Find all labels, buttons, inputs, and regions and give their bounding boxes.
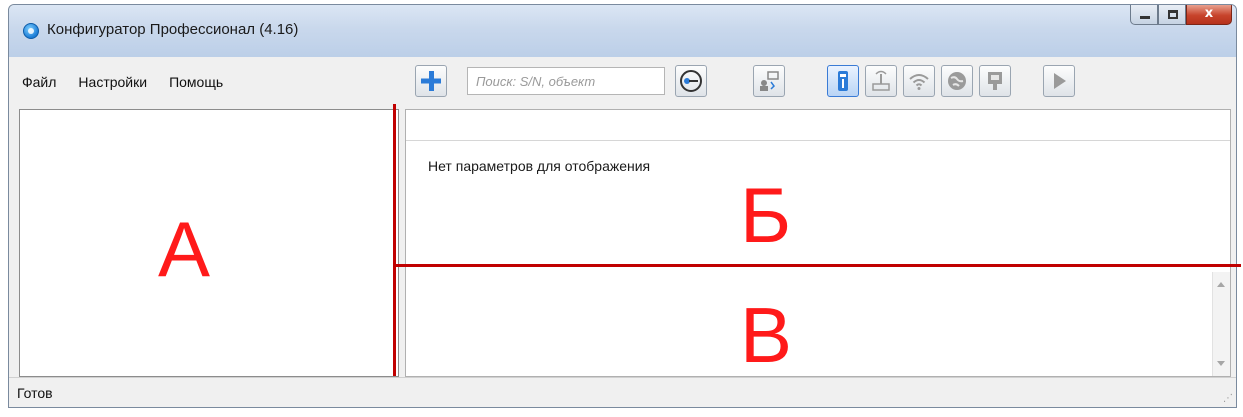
menu-settings[interactable]: Настройки (75, 72, 150, 92)
usb-icon (838, 71, 848, 91)
maximize-icon (1168, 10, 1178, 19)
search-input[interactable] (467, 67, 665, 95)
run-button[interactable] (1043, 65, 1075, 97)
annotation-letter-b: Б (740, 171, 792, 259)
annotation-letter-a: А (158, 205, 211, 293)
parameters-header (406, 110, 1230, 141)
minimize-button[interactable] (1130, 5, 1158, 25)
ethernet-button[interactable] (979, 65, 1011, 97)
wifi-icon (909, 74, 929, 90)
key-icon (680, 70, 702, 92)
minimize-icon (1140, 16, 1150, 19)
annotation-divider-vertical (393, 104, 396, 376)
usb-button[interactable] (827, 65, 859, 97)
app-icon (23, 23, 39, 39)
maximize-button[interactable] (1158, 5, 1186, 25)
remote-connect-button[interactable] (753, 65, 785, 97)
globe-icon (948, 72, 966, 90)
toolbar (409, 61, 1236, 105)
status-bar: Готов ⋰ (9, 377, 1236, 407)
device-tree-panel[interactable]: А (19, 109, 399, 377)
app-window: Конфигуратор Профессионал (4.16) x Файл … (8, 4, 1237, 408)
close-button[interactable]: x (1186, 5, 1232, 25)
add-icon (421, 71, 441, 91)
log-scrollbar[interactable] (1212, 272, 1230, 376)
window-title: Конфигуратор Профессионал (4.16) (47, 21, 299, 38)
menu-bar: Файл Настройки Помощь (9, 57, 409, 107)
wifi-button[interactable] (903, 65, 935, 97)
annotation-letter-v: В (740, 291, 793, 379)
key-button[interactable] (675, 65, 707, 97)
play-icon (1054, 73, 1066, 89)
scroll-down-icon[interactable] (1217, 361, 1225, 366)
annotation-divider-horizontal (393, 264, 1241, 267)
status-text: Готов (17, 385, 53, 401)
modem-antenna-icon (872, 70, 890, 91)
menu-file[interactable]: Файл (19, 72, 59, 92)
remote-connect-icon (760, 71, 779, 91)
empty-parameters-message: Нет параметров для отображения (428, 158, 651, 174)
caption-buttons: x (1130, 5, 1232, 27)
modem-button[interactable] (865, 65, 897, 97)
close-icon: x (1204, 6, 1214, 21)
add-device-button[interactable] (415, 65, 447, 97)
parameters-panel[interactable]: Нет параметров для отображения Б В (405, 109, 1231, 377)
menu-help[interactable]: Помощь (166, 72, 226, 92)
internet-button[interactable] (941, 65, 973, 97)
scroll-up-icon[interactable] (1217, 282, 1225, 287)
ethernet-icon (988, 72, 1002, 90)
title-bar[interactable]: Конфигуратор Профессионал (4.16) x (9, 5, 1236, 57)
resize-grip-icon[interactable]: ⋰ (1223, 393, 1233, 404)
